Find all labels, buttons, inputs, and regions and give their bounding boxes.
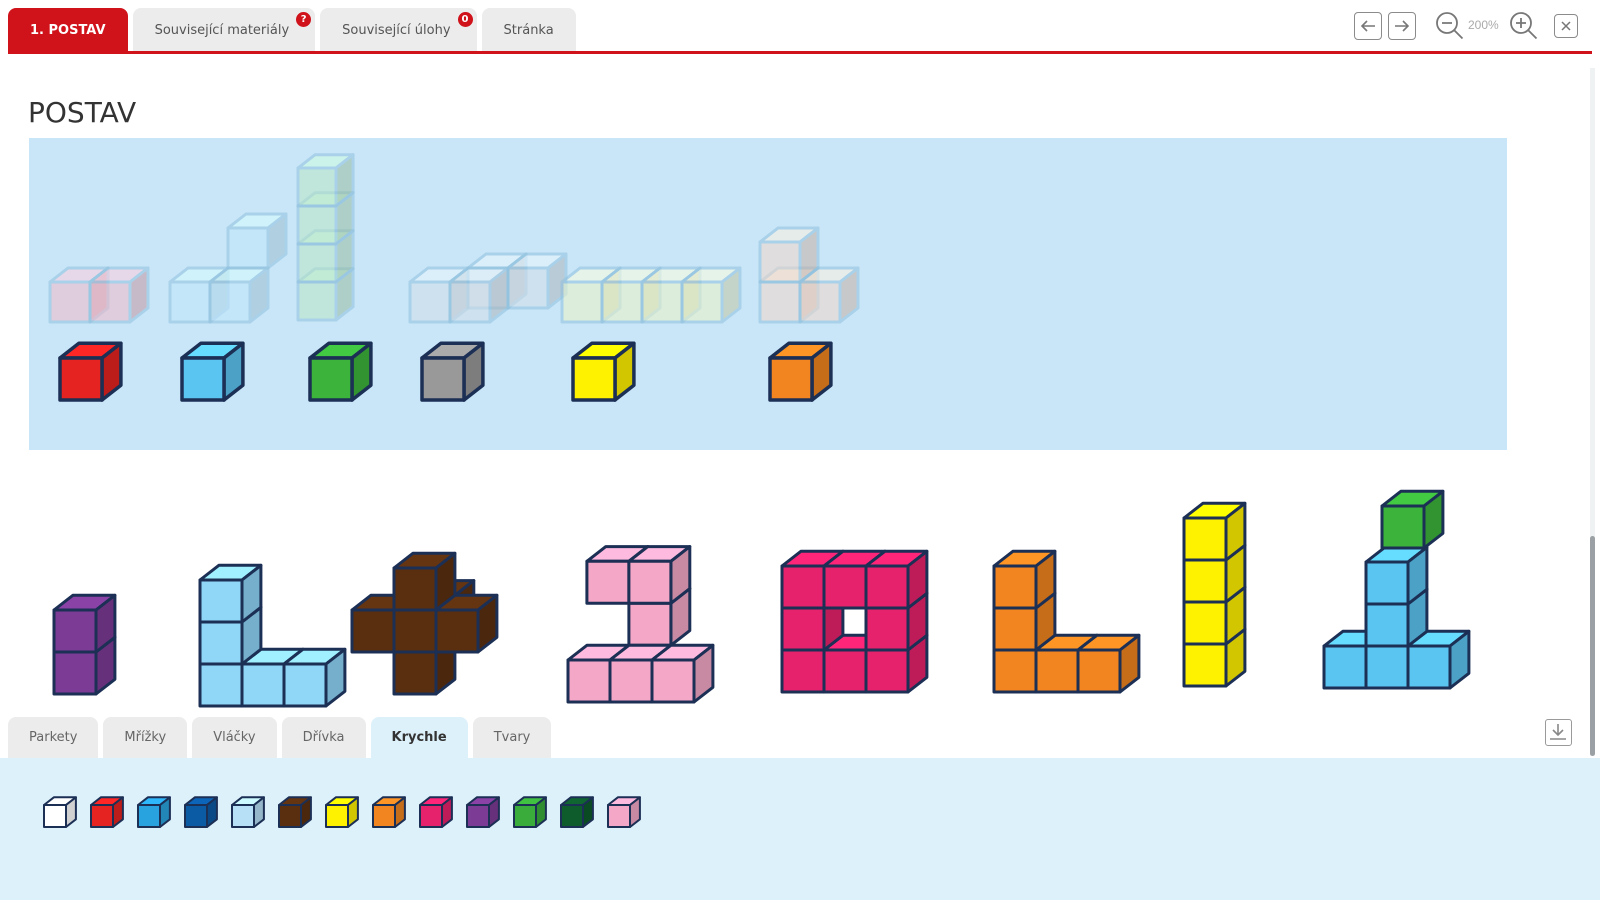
palette-cube[interactable] — [560, 796, 594, 828]
palette-cube[interactable] — [231, 796, 265, 828]
download-icon — [1550, 724, 1566, 740]
palette-strip — [43, 796, 641, 828]
yellow-structure[interactable] — [1182, 501, 1247, 562]
green-cube[interactable] — [308, 341, 373, 402]
light-blue-structure[interactable] — [198, 563, 263, 624]
palette-cube[interactable] — [607, 796, 641, 828]
ghost-shape — [88, 266, 150, 324]
download-button[interactable] — [1545, 719, 1572, 746]
tool-tabs: Parkety Mřížky Vláčky Dřívka Krychle Tva… — [8, 717, 552, 758]
ghost-shape — [758, 226, 820, 284]
orange-structure[interactable] — [1076, 633, 1141, 694]
tool-tab-mrizky[interactable]: Mřížky — [103, 717, 188, 758]
palette-cube[interactable] — [325, 796, 359, 828]
cube-palette — [0, 758, 1600, 900]
tab-label: Krychle — [391, 730, 447, 745]
magenta-structure[interactable] — [864, 549, 929, 610]
tab-label: Mřížky — [124, 730, 167, 745]
tool-tab-krychle[interactable]: Krychle — [370, 717, 468, 758]
palette-cube[interactable] — [90, 796, 124, 828]
light-blue-structure[interactable] — [282, 647, 347, 708]
ghost-shape — [208, 266, 270, 324]
brown-structure[interactable] — [392, 551, 457, 612]
palette-cube[interactable] — [372, 796, 406, 828]
tool-tab-vlacky[interactable]: Vláčky — [192, 717, 277, 758]
palette-cube[interactable] — [466, 796, 500, 828]
scrollbar-thumb[interactable] — [1590, 536, 1595, 756]
purple-structure[interactable] — [52, 593, 117, 654]
pink-structure[interactable] — [627, 545, 692, 605]
palette-cube[interactable] — [419, 796, 453, 828]
tool-tab-drivka[interactable]: Dřívka — [281, 717, 366, 758]
tab-label: Dřívka — [302, 730, 345, 745]
orange-structure[interactable] — [992, 549, 1057, 610]
gray-cube[interactable] — [420, 341, 485, 402]
palette-cube[interactable] — [513, 796, 547, 828]
red-cube[interactable] — [58, 341, 123, 402]
blue-structure[interactable] — [1364, 545, 1429, 606]
ghost-shape — [296, 153, 355, 208]
green-cube-top[interactable] — [1380, 489, 1445, 550]
yellow-cube[interactable] — [571, 341, 636, 402]
tab-label: Parkety — [29, 730, 78, 745]
pink-structure[interactable] — [650, 643, 715, 704]
ghost-shape — [506, 252, 568, 310]
tool-tab-tvary[interactable]: Tvary — [472, 717, 552, 758]
blue-cube[interactable] — [180, 341, 245, 402]
tool-tab-parkety[interactable]: Parkety — [8, 717, 99, 758]
tab-label: Tvary — [493, 730, 531, 745]
ghost-shape — [448, 266, 510, 324]
ghost-shape — [226, 212, 288, 270]
tab-label: Vláčky — [213, 730, 256, 745]
orange-cube[interactable] — [768, 341, 833, 402]
palette-cube[interactable] — [137, 796, 171, 828]
palette-cube[interactable] — [184, 796, 218, 828]
palette-cube[interactable] — [43, 796, 77, 828]
ghost-shape — [680, 266, 742, 324]
palette-cube[interactable] — [278, 796, 312, 828]
